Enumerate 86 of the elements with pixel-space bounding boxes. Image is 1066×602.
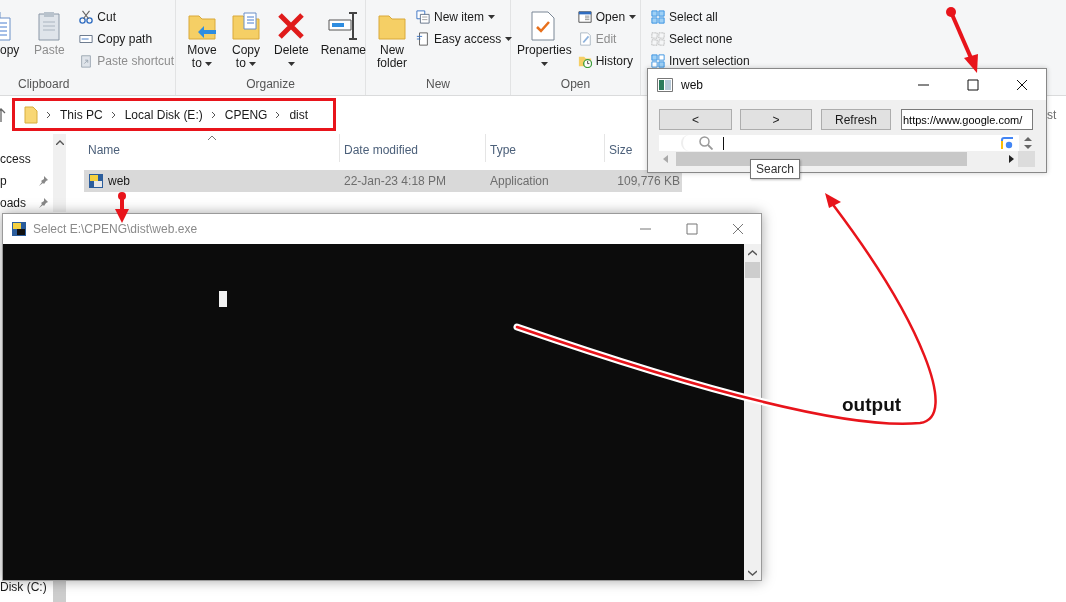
ribbon-button[interactable]: Move to: [186, 7, 218, 71]
ribbon-button[interactable]: Copy path: [79, 32, 175, 46]
camera-search-icon: [1001, 136, 1015, 150]
chevron-icon: [275, 111, 282, 119]
file-row[interactable]: web 22-Jan-23 4:18 PM Application 109,776 KB: [84, 170, 682, 192]
chevron-icon: [110, 111, 117, 119]
chevron-icon: [46, 111, 52, 119]
ribbon-button[interactable]: New folder: [376, 7, 408, 71]
window-icon: [577, 10, 592, 24]
document-icon: [416, 32, 430, 46]
ribbon-button[interactable]: Invert selection: [651, 54, 750, 68]
group-label: Organize: [245, 76, 296, 93]
ribbon-button[interactable]: opy: [0, 7, 20, 71]
ribbon-button[interactable]: Select none: [651, 32, 750, 46]
window-title: web: [681, 77, 703, 92]
nav-button[interactable]: >: [740, 109, 812, 130]
window-app-icon: [657, 77, 673, 92]
rename-icon: [327, 10, 360, 42]
scrollbar[interactable]: [53, 134, 66, 212]
scrollbar[interactable]: [744, 244, 761, 580]
ribbon-button[interactable]: Easy access: [416, 32, 513, 46]
file-size: 109,776 KB: [616, 174, 681, 188]
maximize-icon: [686, 223, 698, 235]
scissors-icon: [79, 10, 94, 24]
file-date: 22-Jan-23 4:18 PM: [343, 174, 448, 188]
ribbon-button[interactable]: Select all: [651, 10, 750, 24]
scrollbar-thumb[interactable]: [676, 152, 967, 166]
dotted-grid-icon: [651, 32, 665, 46]
new-item-icon: [416, 10, 430, 24]
ribbon-button[interactable]: New item: [416, 10, 513, 24]
folder-pages-icon: [230, 10, 262, 42]
edit-page-icon: [577, 32, 592, 46]
nav-item[interactable]: p: [0, 174, 7, 188]
scroll-down-icon: [748, 570, 757, 576]
text-cursor: [723, 136, 724, 150]
breadcrumb-item[interactable]: Local Disk (E:): [124, 108, 203, 122]
chevron-icon: [210, 111, 217, 119]
ribbon-button[interactable]: History: [577, 54, 637, 68]
breadcrumb-item[interactable]: dist: [289, 108, 309, 122]
annotation-arrow: [946, 7, 978, 73]
folder-icon: [24, 106, 38, 124]
annotation-label: output: [842, 394, 902, 416]
nav-button[interactable]: Refresh: [821, 109, 891, 130]
column-header[interactable]: Size: [605, 134, 645, 162]
tooltip: Search: [750, 159, 801, 179]
close-icon: [732, 223, 744, 235]
annotation-arrow: [115, 192, 129, 223]
file-type: Application: [489, 174, 550, 188]
spin-arrows-icon: [1024, 137, 1032, 149]
folder-clock-icon: [577, 54, 592, 68]
text-cursor: [219, 291, 227, 307]
ribbon-button[interactable]: Cut: [79, 10, 175, 24]
scroll-right-icon: [1009, 155, 1014, 163]
scrollbar-corner: [1018, 151, 1035, 167]
app-icon: [88, 173, 104, 189]
nav-button[interactable]: <: [659, 109, 732, 130]
url-field[interactable]: https://www.google.com/: [901, 109, 1033, 130]
ribbon-button[interactable]: Rename: [320, 7, 367, 71]
ribbon-button[interactable]: Copy to: [230, 7, 262, 71]
scrollbar-thumb[interactable]: [745, 262, 760, 278]
grid-icon: [651, 10, 665, 24]
group-label: Clipboard: [17, 76, 71, 93]
shortcut-icon: [79, 54, 94, 68]
group-label: New: [425, 76, 451, 93]
breadcrumb-item[interactable]: CPENG: [224, 108, 268, 122]
nav-item[interactable]: oads: [0, 196, 27, 210]
window-title: Select E:\CPENG\dist\web.exe: [33, 222, 198, 236]
nav-item[interactable]: ccess: [0, 152, 31, 166]
file-name: web: [108, 174, 130, 188]
close-icon: [1016, 78, 1028, 91]
ribbon-button[interactable]: Delete: [274, 7, 309, 71]
maximize-icon: [967, 78, 979, 91]
column-header[interactable]: Name: [84, 134, 340, 162]
app-icon: [11, 221, 27, 237]
nav-item[interactable]: Disk (C:): [0, 580, 47, 594]
path-icon: [79, 32, 94, 46]
group-label: Open: [559, 76, 592, 93]
search-icon: [699, 136, 713, 150]
column-header[interactable]: Date modified: [340, 134, 486, 162]
column-header[interactable]: Type: [486, 134, 605, 162]
ribbon-button[interactable]: Open: [577, 10, 637, 24]
scroll-up-icon: [748, 250, 757, 256]
scroll-up-icon: [55, 140, 64, 145]
scroll-left-icon: [663, 155, 668, 163]
ribbon-button[interactable]: Properties: [517, 7, 572, 71]
breadcrumb-item[interactable]: This PC: [60, 108, 103, 122]
